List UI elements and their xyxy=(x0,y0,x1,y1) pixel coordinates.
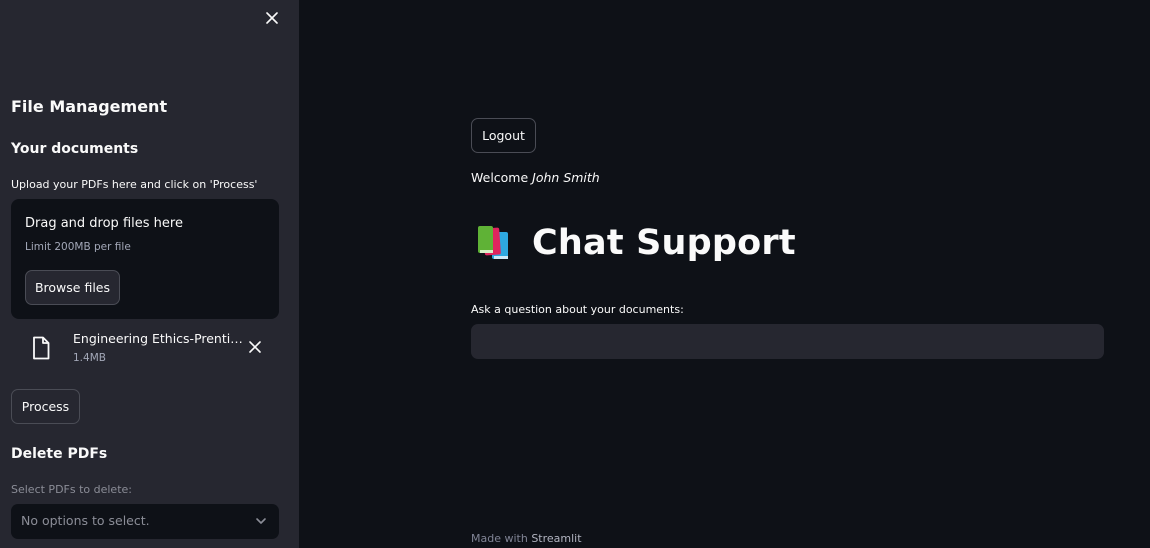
question-input[interactable] xyxy=(471,324,1104,359)
dropzone-limit: Limit 200MB per file xyxy=(25,241,131,253)
footer-brand-link[interactable]: Streamlit xyxy=(531,532,581,545)
close-sidebar-button[interactable] xyxy=(262,8,282,28)
uploaded-file-name: Engineering Ethics-Prentice Hall.pdf xyxy=(73,331,248,346)
main-content: Logout Welcome John Smith Chat Support A… xyxy=(299,0,1150,548)
delete-pdfs-heading: Delete PDFs xyxy=(11,446,108,462)
footer-prefix: Made with xyxy=(471,532,528,545)
books-emoji-icon xyxy=(478,226,508,259)
welcome-prefix: Welcome xyxy=(471,170,529,185)
browse-files-button[interactable]: Browse files xyxy=(25,270,120,305)
file-dropzone[interactable]: Drag and drop files here Limit 200MB per… xyxy=(11,199,279,319)
close-icon xyxy=(266,12,278,24)
close-icon xyxy=(249,341,261,353)
user-name: John Smith xyxy=(532,170,600,185)
delete-select-label: Select PDFs to delete: xyxy=(11,483,132,496)
page-title: Chat Support xyxy=(532,223,796,263)
upload-label: Upload your PDFs here and click on 'Proc… xyxy=(11,178,258,191)
sidebar: File Management Your documents Upload yo… xyxy=(0,0,299,548)
page-title-row: Chat Support xyxy=(474,223,796,263)
uploaded-file-size: 1.4MB xyxy=(73,352,106,364)
chevron-down-icon xyxy=(256,518,266,524)
documents-heading: Your documents xyxy=(11,141,139,157)
select-placeholder: No options to select. xyxy=(21,513,150,528)
dropzone-title: Drag and drop files here xyxy=(25,216,183,231)
welcome-message: Welcome John Smith xyxy=(471,170,600,185)
remove-file-button[interactable] xyxy=(247,339,263,355)
footer: Made with Streamlit xyxy=(471,532,582,545)
section-title: File Management xyxy=(11,97,168,116)
process-button[interactable]: Process xyxy=(11,389,80,424)
question-label: Ask a question about your documents: xyxy=(471,303,684,316)
uploaded-file-item: Engineering Ethics-Prentice Hall.pdf 1.4… xyxy=(31,331,281,371)
logout-button[interactable]: Logout xyxy=(471,118,536,153)
delete-pdfs-select[interactable]: No options to select. xyxy=(11,504,279,539)
file-icon xyxy=(33,336,50,360)
